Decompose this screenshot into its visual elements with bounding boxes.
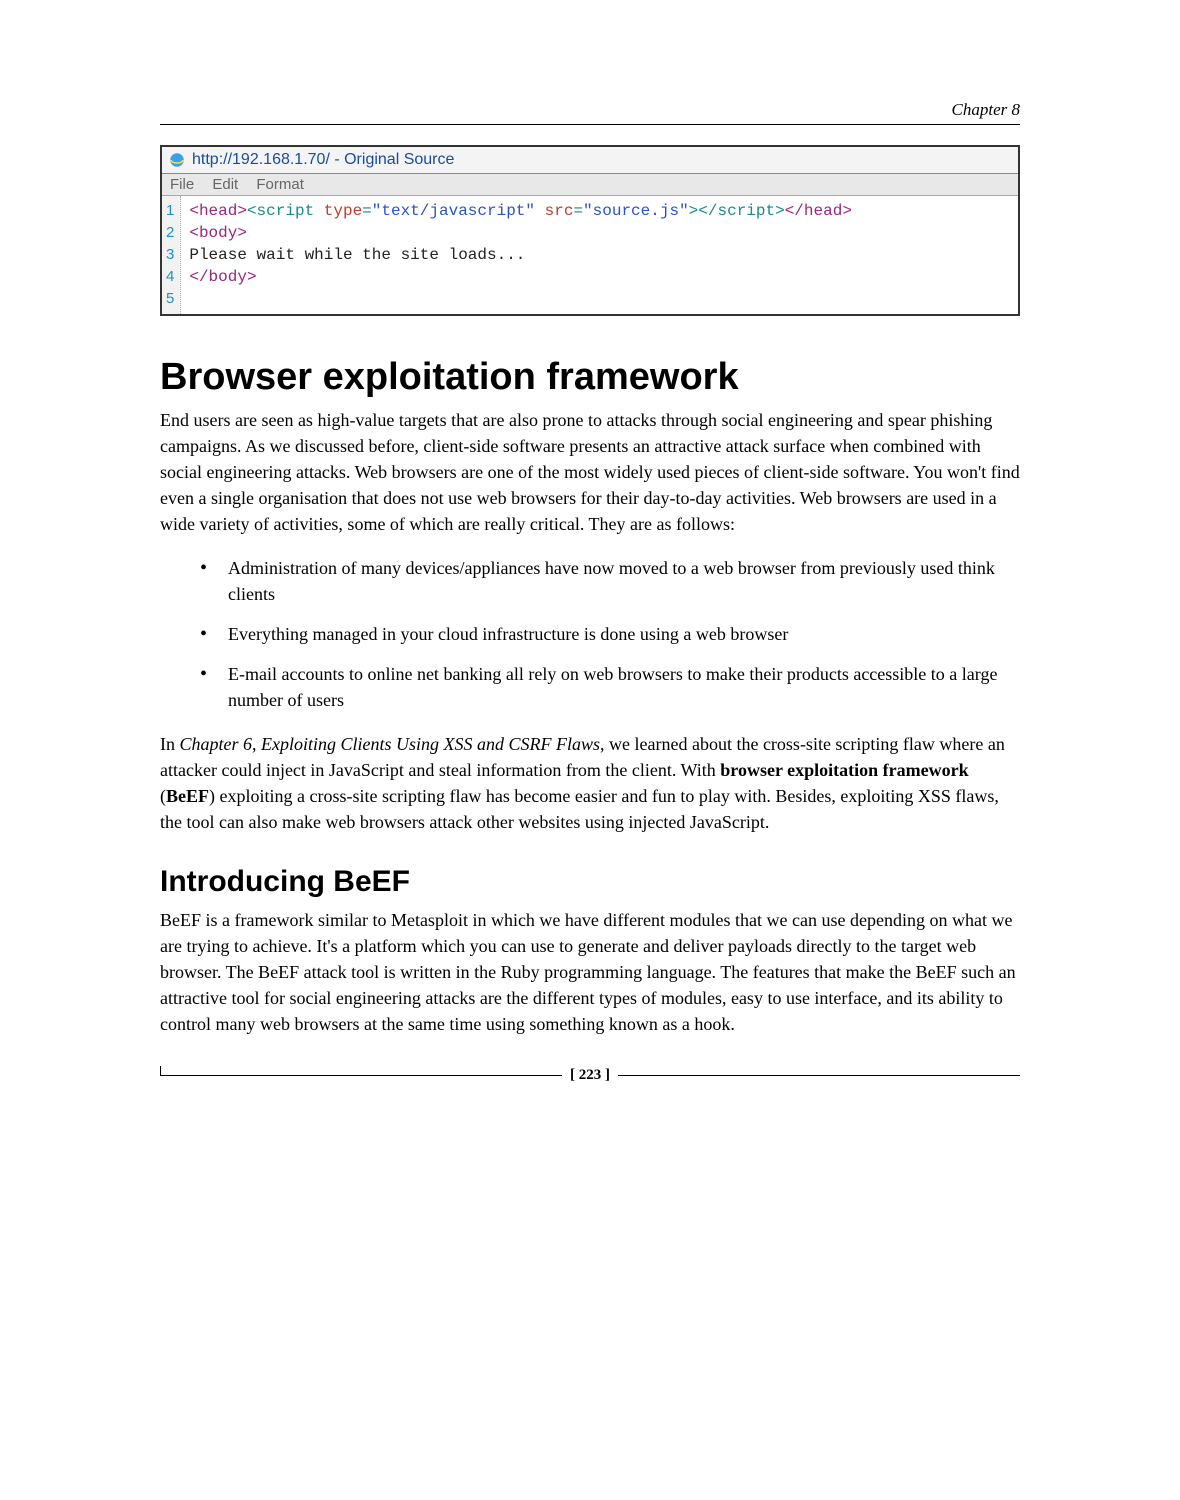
- window-title: http://192.168.1.70/ - Original Source: [192, 151, 454, 169]
- code-token: <head>: [189, 202, 247, 220]
- code-token: <script: [247, 202, 324, 220]
- code-token: </script>: [698, 202, 784, 220]
- list-item: Administration of many devices/appliance…: [200, 555, 1020, 607]
- body-paragraph: End users are seen as high-value targets…: [160, 407, 1020, 537]
- text: In: [160, 734, 180, 754]
- code-token: </head>: [785, 202, 852, 220]
- subsection-heading: Introducing BeEF: [160, 865, 1020, 899]
- menu-edit[interactable]: Edit: [212, 176, 238, 193]
- chapter-label: Chapter 8: [160, 100, 1020, 125]
- code-token: =: [362, 202, 372, 220]
- list-item: E-mail accounts to online net banking al…: [200, 661, 1020, 713]
- bullet-list: Administration of many devices/appliance…: [200, 555, 1020, 713]
- term-abbrev: BeEF: [166, 786, 209, 806]
- menu-bar: File Edit Format: [162, 174, 1018, 196]
- body-paragraph: In Chapter 6, Exploiting Clients Using X…: [160, 731, 1020, 835]
- code-token: Please wait while the site loads...: [189, 246, 525, 264]
- chapter-title-ref: Exploiting Clients Using XSS and CSRF Fl…: [261, 734, 600, 754]
- text: ,: [252, 734, 261, 754]
- code-token: <body>: [189, 224, 247, 242]
- line-number-gutter: 1 2 3 4 5: [162, 196, 181, 314]
- ie-icon: [168, 151, 186, 169]
- source-code-area: 1 2 3 4 5 <head><script type="text/javas…: [162, 196, 1018, 314]
- source-code-lines: <head><script type="text/javascript" src…: [181, 196, 860, 314]
- code-token: =: [573, 202, 583, 220]
- menu-format[interactable]: Format: [256, 176, 304, 193]
- code-token: >: [689, 202, 699, 220]
- text: ) exploiting a cross-site scripting flaw…: [160, 786, 999, 832]
- chapter-ref: Chapter 6: [180, 734, 253, 754]
- window-title-bar: http://192.168.1.70/ - Original Source: [162, 147, 1018, 174]
- code-token: [535, 202, 545, 220]
- line-number: 3: [166, 244, 174, 266]
- page-footer: [ 223 ]: [160, 1067, 1020, 1084]
- term: browser exploitation framework: [720, 760, 968, 780]
- code-token: "source.js": [583, 202, 689, 220]
- line-number: 5: [166, 288, 174, 310]
- line-number: 1: [166, 200, 174, 222]
- page-number: [ 223 ]: [562, 1067, 618, 1084]
- code-token: "text/javascript": [372, 202, 535, 220]
- line-number: 4: [166, 266, 174, 288]
- line-number: 2: [166, 222, 174, 244]
- code-token: </body>: [189, 268, 256, 286]
- code-token: src: [545, 202, 574, 220]
- list-item: Everything managed in your cloud infrast…: [200, 621, 1020, 647]
- section-heading: Browser exploitation framework: [160, 356, 1020, 399]
- source-view-window: http://192.168.1.70/ - Original Source F…: [160, 145, 1020, 316]
- menu-file[interactable]: File: [170, 176, 194, 193]
- code-token: type: [324, 202, 362, 220]
- body-paragraph: BeEF is a framework similar to Metasploi…: [160, 907, 1020, 1037]
